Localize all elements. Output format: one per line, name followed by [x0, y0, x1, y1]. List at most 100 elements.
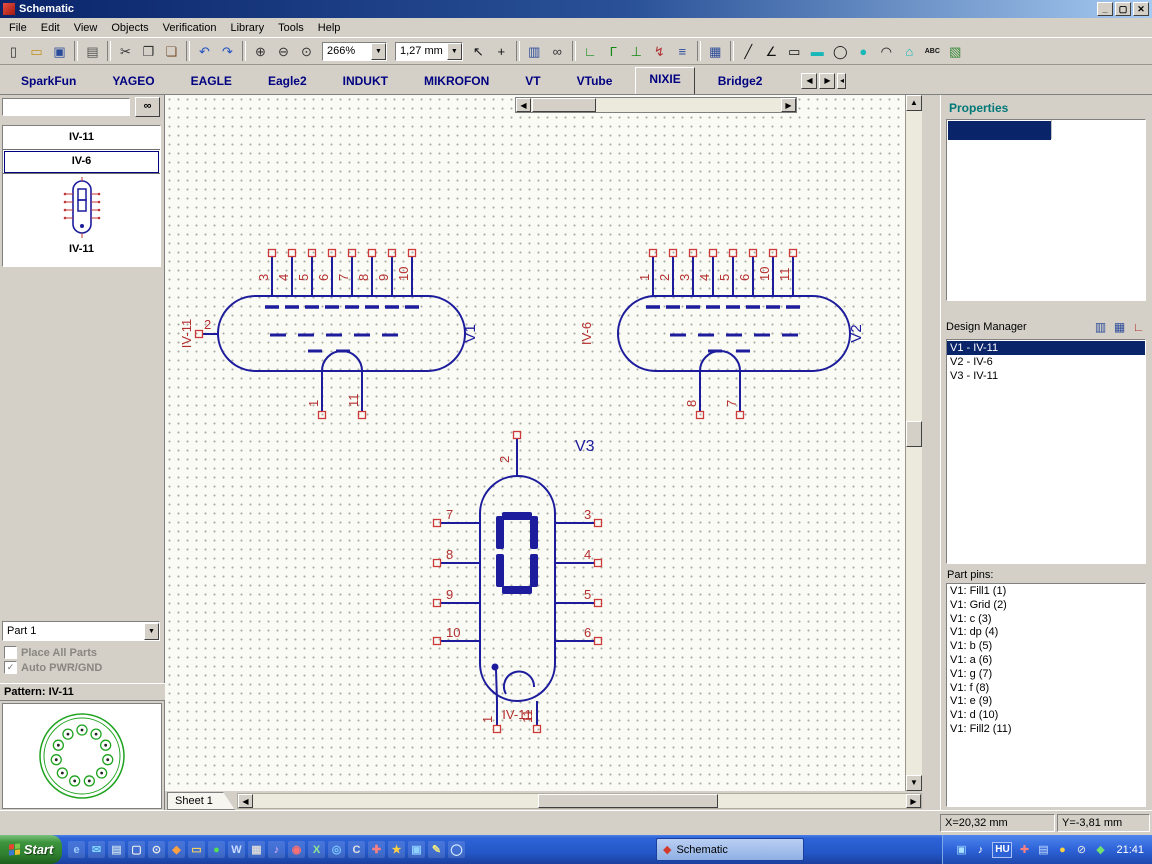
quicklaunch-console-icon[interactable]: C — [348, 841, 365, 858]
design-manager-item-3[interactable]: V3 - IV-11 — [947, 369, 1145, 383]
sheet-tab[interactable]: Sheet 1 — [167, 792, 235, 810]
crosshair-tool-button[interactable]: + — [490, 40, 513, 62]
symbol-V1[interactable]: 3 4 5 6 7 8 9 1021 11IV-11 V1 — [179, 248, 479, 420]
draw-line-button[interactable]: ╱ — [737, 40, 760, 62]
net-port-button[interactable]: ↯ — [648, 40, 671, 62]
tray-battery-icon[interactable]: ● — [1054, 842, 1070, 858]
part-combo-dropdown[interactable]: ▼ — [144, 622, 159, 640]
part-pin-item-5[interactable]: V1: b (5) — [947, 640, 1145, 654]
auto-pwr-gnd-checkbox[interactable]: ✓ — [4, 661, 17, 674]
library-tab-mikrofon[interactable]: MIKROFON — [411, 70, 502, 94]
quicklaunch-show-desktop-icon[interactable]: ▤ — [108, 841, 125, 858]
menu-edit[interactable]: Edit — [34, 20, 67, 36]
quicklaunch-music-icon[interactable]: ♪ — [268, 841, 285, 858]
tray-volume-icon[interactable]: ♪ — [972, 842, 988, 858]
quicklaunch-notes-icon[interactable]: ✎ — [428, 841, 445, 858]
tabs-scroll-right-button[interactable]: ▶ — [819, 73, 836, 89]
zoom-window-button[interactable]: ⊙ — [295, 40, 318, 62]
close-button[interactable]: ✕ — [1133, 2, 1149, 16]
scroll-left-button[interactable]: ◀ — [238, 794, 253, 808]
text-tool-button[interactable]: ABC — [921, 40, 944, 62]
quicklaunch-search-icon[interactable]: ⊙ — [148, 841, 165, 858]
draw-filled-ellipse-button[interactable]: ● — [852, 40, 875, 62]
library-tab-eagle2[interactable]: Eagle2 — [255, 70, 320, 94]
quicklaunch-cd-icon[interactable]: ◯ — [448, 841, 465, 858]
place-bus-button[interactable]: Γ — [602, 40, 625, 62]
schematic-canvas[interactable]: 3 4 5 6 7 8 9 10 2 1 11 IV-11 V1 1 2 3 4 5 6 10 11 8 7 IV-6 V2 2 7… — [165, 95, 940, 811]
library-tab-nixie[interactable]: NIXIE — [635, 67, 695, 94]
zoom-dropdown-button[interactable]: ▼ — [371, 42, 386, 60]
taskbar-task-schematic[interactable]: ◆ Schematic — [656, 838, 804, 861]
scroll-left-button[interactable]: ◀ — [516, 98, 531, 112]
bus-connection-button[interactable]: ⊥ — [625, 40, 648, 62]
library-tab-vt[interactable]: VT — [512, 70, 553, 94]
copy-button[interactable]: ❐ — [137, 40, 160, 62]
part-pin-item-11[interactable]: V1: Fill2 (11) — [947, 723, 1145, 737]
search-button[interactable]: ∞ — [135, 97, 160, 117]
scrollbar-thumb[interactable] — [532, 98, 596, 112]
quicklaunch-folder-icon[interactable]: ▭ — [188, 841, 205, 858]
scroll-right-button[interactable]: ▶ — [781, 98, 796, 112]
quicklaunch-first-aid-icon[interactable]: ✚ — [368, 841, 385, 858]
quicklaunch-document-icon[interactable]: ▢ — [128, 841, 145, 858]
part-pin-item-8[interactable]: V1: f (8) — [947, 682, 1145, 696]
drawing-area[interactable]: 3 4 5 6 7 8 9 10 2 1 11 IV-11 V1 1 2 3 4 5 6 10 11 8 7 IV-6 V2 2 7… — [165, 95, 906, 791]
new-document-button[interactable]: ▯ — [2, 40, 25, 62]
tray-display-icon[interactable]: ▤ — [1035, 842, 1051, 858]
scroll-right-button[interactable]: ▶ — [906, 794, 921, 808]
place-all-parts-checkbox[interactable] — [4, 646, 17, 659]
draw-arc-button[interactable]: ◠ — [875, 40, 898, 62]
save-button[interactable]: ▣ — [48, 40, 71, 62]
part-pin-item-4[interactable]: V1: dp (4) — [947, 626, 1145, 640]
part-combo[interactable]: Part 1 ▼ — [2, 621, 160, 641]
spreadsheet-button[interactable]: ▦ — [704, 40, 727, 62]
menu-help[interactable]: Help — [311, 20, 348, 36]
tabs-more-button[interactable]: ◂ — [837, 73, 847, 89]
quicklaunch-mail-icon[interactable]: ✉ — [88, 841, 105, 858]
menu-tools[interactable]: Tools — [271, 20, 311, 36]
design-manager-item-1[interactable]: V1 - IV-11 — [947, 341, 1145, 355]
quicklaunch-media-player-icon[interactable]: ◆ — [168, 841, 185, 858]
tabs-scroll-left-button[interactable]: ◀ — [801, 73, 818, 89]
language-indicator[interactable]: HU — [992, 841, 1013, 858]
library-tab-indukt[interactable]: INDUKT — [330, 70, 401, 94]
canvas-horizontal-scrollbar[interactable]: ◀ ▶ — [237, 793, 922, 809]
quicklaunch-grid-app-icon[interactable]: ▦ — [248, 841, 265, 858]
tray-blocked-icon[interactable]: ⊘ — [1073, 842, 1089, 858]
symbol-V2[interactable]: 1 2 3 4 5 6 10 11 8 7 IV-6 V2 — [579, 248, 865, 420]
undo-button[interactable]: ↶ — [193, 40, 216, 62]
part-pin-item-10[interactable]: V1: d (10) — [947, 709, 1145, 723]
component-item-iv-6[interactable]: IV-6 — [3, 150, 160, 174]
scroll-down-button[interactable]: ▼ — [906, 775, 922, 791]
canvas-vertical-scrollbar[interactable]: ▲ ▼ — [906, 95, 922, 791]
maximize-button[interactable]: ▢ — [1115, 2, 1131, 16]
menu-objects[interactable]: Objects — [104, 20, 155, 36]
library-tab-sparkfun[interactable]: SparkFun — [8, 70, 89, 94]
quicklaunch-word-icon[interactable]: W — [228, 841, 245, 858]
zoom-out-button[interactable]: ⊖ — [272, 40, 295, 62]
place-wire-button[interactable]: ∟ — [579, 40, 602, 62]
tray-antivirus-icon[interactable]: ✚ — [1016, 842, 1032, 858]
zoom-combo[interactable]: 266% ▼ — [322, 41, 387, 61]
symbol-V3[interactable]: 27891034561 11IV-11V3 — [432, 430, 603, 734]
print-button[interactable]: ▤ — [81, 40, 104, 62]
image-tool-button[interactable]: ▧ — [944, 40, 967, 62]
component-item-iv-11[interactable]: IV-11 — [3, 126, 160, 150]
draw-rect-button[interactable]: ▭ — [783, 40, 806, 62]
quicklaunch-media-red-icon[interactable]: ◉ — [288, 841, 305, 858]
library-tab-vtube[interactable]: VTube — [564, 70, 626, 94]
grid-combo[interactable]: 1,27 mm ▼ — [395, 41, 463, 61]
redo-button[interactable]: ↷ — [216, 40, 239, 62]
quicklaunch-chart-icon[interactable]: ▣ — [408, 841, 425, 858]
tray-sync-icon[interactable]: ◆ — [1092, 842, 1108, 858]
select-tool-button[interactable]: ↖ — [467, 40, 490, 62]
start-button[interactable]: Start — [0, 835, 62, 864]
part-pin-item-6[interactable]: V1: a (6) — [947, 654, 1145, 668]
quicklaunch-internet-icon[interactable]: e — [68, 841, 85, 858]
library-tab-eagle[interactable]: EAGLE — [178, 70, 245, 94]
dm-components-icon[interactable]: ▥ — [1092, 320, 1109, 335]
zoom-in-button[interactable]: ⊕ — [249, 40, 272, 62]
grid-dropdown-button[interactable]: ▼ — [446, 42, 462, 60]
dm-nets-icon[interactable]: ∟ — [1130, 320, 1147, 335]
component-search-input[interactable] — [2, 98, 130, 116]
